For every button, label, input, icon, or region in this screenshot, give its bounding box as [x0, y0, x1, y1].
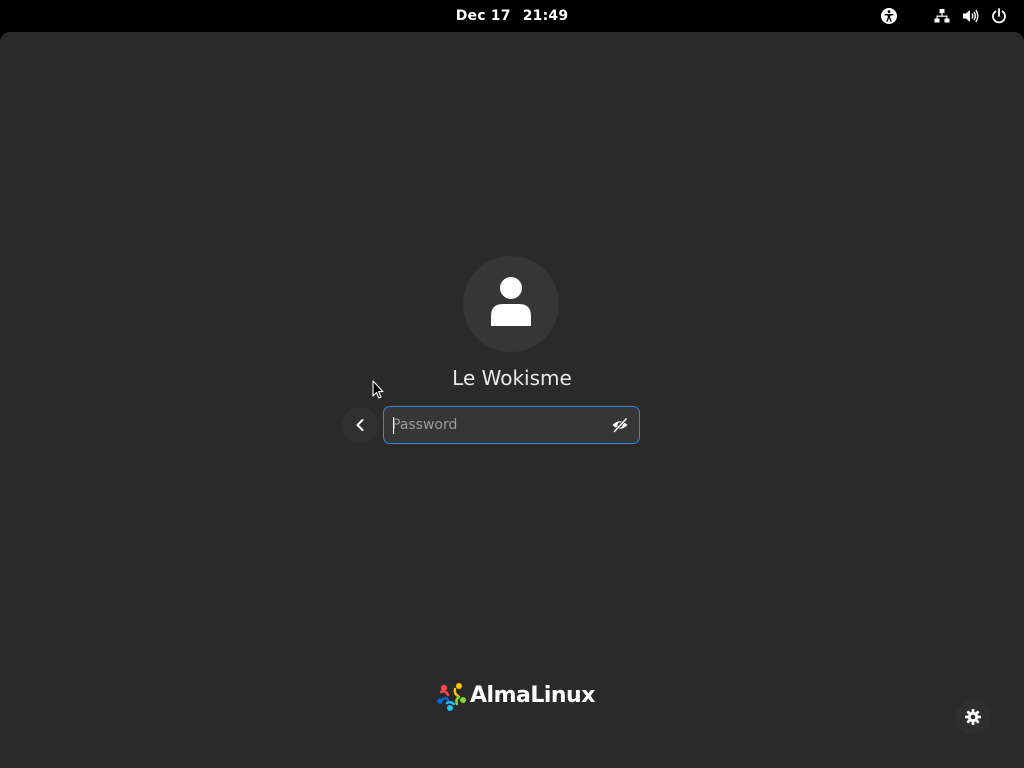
username-label: Le Wokisme [452, 366, 572, 390]
back-button[interactable] [342, 407, 378, 443]
almalinux-wordmark: AlmaLinux [470, 683, 595, 708]
almalinux-logo: AlmaLinux [436, 680, 596, 714]
almalinux-logo-mark [437, 683, 466, 711]
chevron-left-icon [356, 419, 364, 431]
network-icon[interactable] [933, 7, 951, 25]
date-label: Dec 17 [455, 8, 511, 24]
login-screen [0, 32, 1024, 768]
reveal-password-button[interactable] [611, 416, 629, 434]
volume-icon[interactable] [961, 7, 979, 25]
clock[interactable]: Dec 17 21:49 [0, 0, 1024, 32]
text-caret [393, 417, 394, 434]
user-icon [491, 277, 531, 326]
gear-icon [965, 709, 981, 725]
mouse-cursor [372, 380, 384, 399]
time-label: 21:49 [522, 8, 569, 24]
power-icon[interactable] [990, 7, 1008, 25]
top-bar: Dec 17 21:49 [0, 0, 1024, 32]
password-field[interactable] [383, 406, 640, 444]
accessibility-icon[interactable] [880, 7, 898, 25]
password-input[interactable] [392, 407, 597, 443]
session-settings-button[interactable] [955, 699, 991, 735]
user-avatar [463, 256, 559, 352]
eye-hidden-icon [612, 417, 628, 434]
